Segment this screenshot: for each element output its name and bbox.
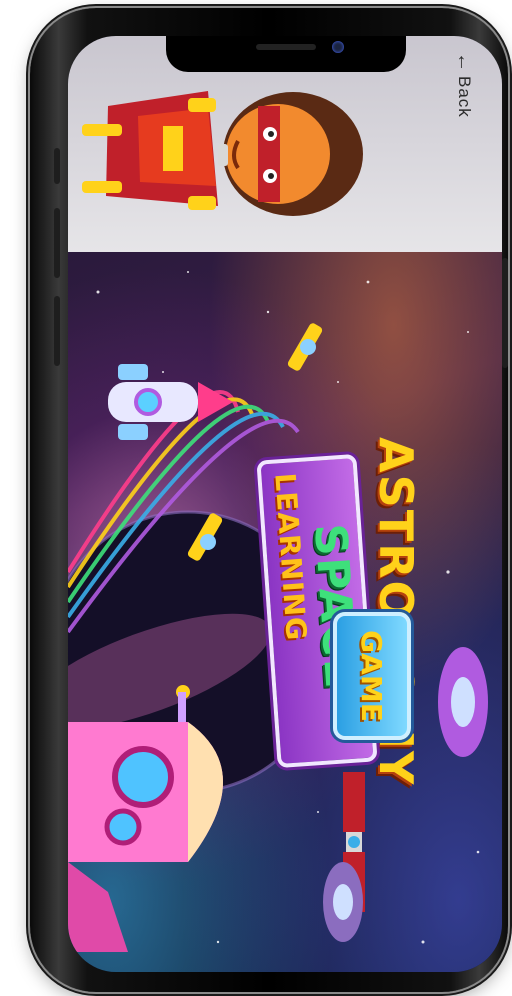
ufo-1 [438,647,488,757]
arrow-left-icon: ← [453,52,475,72]
game-badge-button[interactable]: GAME [333,612,411,740]
back-button[interactable]: ← Back [444,52,484,162]
front-camera [332,41,344,53]
notch [166,36,406,72]
game-badge-label: GAME [355,630,389,722]
speaker-grille [256,44,316,50]
superhero-body [82,91,218,210]
back-label: Back [455,76,474,118]
ufo-2 [323,862,363,942]
game-splash-image[interactable]: ASTRONOMY SPACE LEARNING GAME [68,252,502,972]
silent-switch [54,148,60,184]
phone-screen: ← Back SPACE LEARNING GAME [68,36,502,972]
superhero-head [218,92,363,216]
volume-down-button [54,296,60,366]
power-button [502,258,508,368]
volume-up-button [54,208,60,278]
title-learning: LEARNING [268,471,314,643]
